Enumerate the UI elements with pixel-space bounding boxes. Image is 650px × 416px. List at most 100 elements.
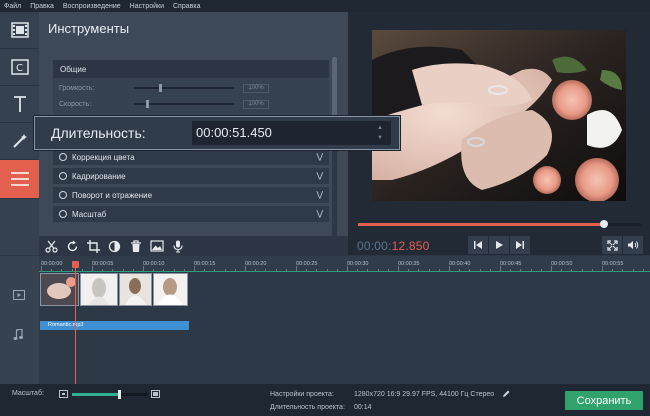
clip-filter-icon: C: [10, 59, 29, 75]
clip-thumbnail: [41, 274, 78, 305]
volume-slider[interactable]: [134, 84, 234, 92]
section-label: Кадрирование: [72, 171, 126, 181]
volume-slider-knob[interactable]: [159, 84, 162, 92]
duration-popup: Длительность: 00:00:51.450 ▲ ▼: [34, 116, 400, 150]
timeline: 00:00:00 00:00:05 00:00:10 00:00:15 00:00:20…: [0, 256, 650, 384]
tools-title: Инструменты: [48, 21, 130, 36]
cut-button[interactable]: [43, 238, 60, 255]
project-duration-label: Длительность проекта:: [270, 404, 345, 411]
menu-edit[interactable]: Правка: [30, 3, 54, 10]
play-button[interactable]: [489, 236, 509, 254]
speaker-icon: [628, 241, 639, 249]
microphone-icon: [172, 240, 183, 253]
ruler-tick-label: 00:00:45: [500, 261, 522, 267]
next-button[interactable]: [510, 236, 530, 254]
section-crop[interactable]: Кадрирование ⋁: [53, 168, 329, 185]
speed-slider[interactable]: [134, 100, 234, 108]
duration-label: Длительность:: [51, 125, 146, 141]
chevron-down-icon: ⋁: [316, 152, 323, 161]
image-button[interactable]: [148, 238, 165, 255]
section-rotate-flip[interactable]: Поворот и отражение ⋁: [53, 187, 329, 204]
video-clip[interactable]: [40, 273, 79, 306]
seek-bar-knob[interactable]: [600, 220, 609, 228]
pencil-icon[interactable]: [502, 390, 510, 398]
spin-down-icon[interactable]: ▼: [377, 133, 383, 143]
duration-spinner[interactable]: ▲ ▼: [373, 123, 387, 143]
video-clip[interactable]: [80, 273, 118, 306]
record-audio-button[interactable]: [169, 238, 186, 255]
save-button[interactable]: Сохранить: [565, 391, 643, 410]
rotate-icon: [67, 240, 78, 251]
ruler-tick-label: 00:00:15: [194, 261, 216, 267]
skip-back-icon: [474, 241, 482, 249]
audio-clip[interactable]: Romantic.mp3: [40, 321, 189, 330]
fullscreen-icon: [606, 239, 618, 251]
delete-button[interactable]: [127, 238, 144, 255]
speed-slider-knob[interactable]: [146, 100, 149, 108]
ruler-tick-label: 00:00:40: [449, 261, 471, 267]
speed-value[interactable]: 100%: [243, 99, 269, 109]
sidebar-import-button[interactable]: [0, 12, 39, 49]
clip-thumbnail: [154, 274, 187, 305]
crop-button[interactable]: [85, 238, 102, 255]
section-scale[interactable]: Масштаб ⋁: [53, 206, 329, 223]
ruler-tick-label: 00:00:50: [551, 261, 573, 267]
timeline-toolbar: [39, 236, 348, 256]
radio-icon: [59, 153, 67, 161]
radio-icon: [59, 191, 67, 199]
speed-row: Скорость: 100%: [59, 99, 269, 109]
video-preview[interactable]: [372, 30, 626, 201]
menu-help[interactable]: Справка: [173, 3, 200, 10]
chevron-down-icon: ⋁: [316, 209, 323, 218]
project-settings-value: 1280x720 16:9 29.97 FPS, 44100 Гц Стерео: [354, 391, 495, 398]
menu-icon: [10, 172, 29, 186]
ruler-tick-label: 00:00:35: [398, 261, 420, 267]
ruler-tick-label: 00:00:10: [143, 261, 165, 267]
section-color-correction[interactable]: Коррекция цвета ⋁: [53, 149, 329, 166]
audio-clip-name: Romantic.mp3: [48, 322, 84, 328]
previous-button[interactable]: [468, 236, 488, 254]
status-bar: Масштаб: Настройки проекта: 1280x720 16:…: [0, 384, 650, 416]
trash-icon: [130, 239, 141, 252]
chevron-down-icon: ⋁: [316, 171, 323, 180]
magic-wand-icon: [12, 134, 27, 148]
section-general-header[interactable]: Общие: [53, 60, 329, 78]
color-adjust-button[interactable]: [106, 238, 123, 255]
video-clip[interactable]: [119, 273, 152, 306]
rotate-button[interactable]: [64, 238, 81, 255]
volume-label: Громкость:: [59, 84, 95, 92]
menu-file[interactable]: Файл: [4, 3, 21, 10]
timecode-current: 12.850: [391, 239, 430, 253]
menu-playback[interactable]: Воспроизведение: [63, 3, 121, 10]
playhead-handle[interactable]: [72, 261, 79, 268]
spin-up-icon[interactable]: ▲: [377, 123, 383, 133]
playhead[interactable]: [75, 262, 76, 384]
video-clip[interactable]: [153, 273, 188, 306]
duration-value[interactable]: 00:00:51.450: [196, 125, 272, 140]
volume-value[interactable]: 100%: [243, 83, 269, 93]
section-label: Поворот и отражение: [72, 190, 153, 200]
sidebar-more-tools-button[interactable]: [0, 160, 39, 199]
zoom-slider-knob[interactable]: [117, 390, 121, 399]
menu-bar: Файл Правка Воспроизведение Настройки Сп…: [0, 0, 650, 12]
zoom-in-icon[interactable]: [151, 390, 160, 398]
scissors-icon: [45, 240, 58, 253]
seek-bar[interactable]: [358, 220, 641, 228]
film-icon: [10, 22, 29, 38]
menu-settings[interactable]: Настройки: [130, 3, 164, 10]
ruler-tick-label: 00:00:25: [296, 261, 318, 267]
duration-input[interactable]: 00:00:51.450 ▲ ▼: [192, 121, 391, 145]
tools-scrollbar-thumb[interactable]: [332, 57, 337, 117]
ruler-tick-label: 00:00:30: [347, 261, 369, 267]
ruler-tick-label: 00:00:20: [245, 261, 267, 267]
radio-icon: [59, 210, 67, 218]
timeline-ruler[interactable]: 00:00:00 00:00:05 00:00:10 00:00:15 00:00:20…: [39, 256, 650, 272]
zoom-label: Масштаб:: [12, 390, 44, 397]
volume-button[interactable]: [623, 236, 643, 254]
contrast-icon: [108, 240, 121, 252]
zoom-slider-fill: [72, 393, 119, 396]
seek-bar-progress: [358, 223, 605, 226]
zoom-out-icon[interactable]: [59, 390, 68, 398]
fullscreen-button[interactable]: [602, 236, 622, 254]
sidebar-filters-button[interactable]: C: [0, 49, 39, 86]
